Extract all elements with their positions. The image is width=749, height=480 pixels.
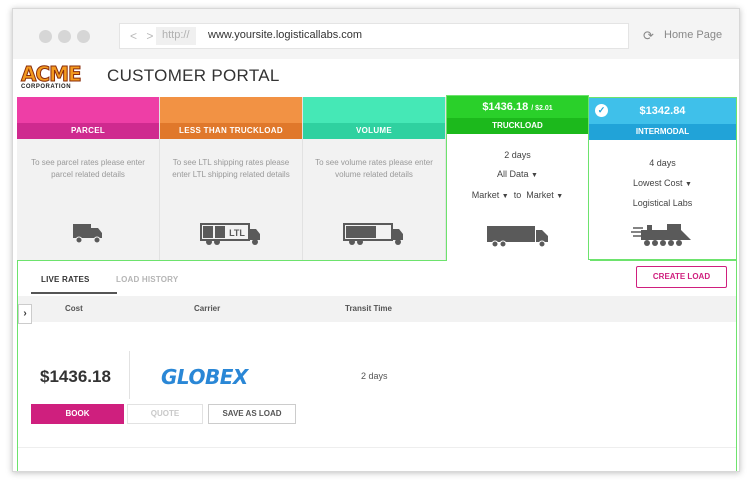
card-ltl-desc: To see LTL shipping rates please enter L… bbox=[172, 158, 290, 179]
card-volume-desc: To see volume rates please enter volume … bbox=[315, 158, 433, 179]
column-header-carrier[interactable]: Carrier bbox=[194, 304, 220, 313]
page-title: CUSTOMER PORTAL bbox=[107, 66, 280, 85]
address-bar[interactable]: < > http:// www.yoursite.logisticallabs.… bbox=[119, 23, 629, 49]
truckload-price-per-mile: / $2.01 bbox=[531, 105, 553, 112]
market-from-select[interactable]: Market ▼ bbox=[472, 190, 509, 200]
check-icon: ✓ bbox=[595, 104, 608, 117]
card-ltl-label: LESS THAN TRUCKLOAD bbox=[160, 123, 302, 139]
market-to-select[interactable]: Market ▼ bbox=[526, 190, 563, 200]
truckload-transit: 2 days bbox=[504, 150, 531, 160]
card-truckload-label: TRUCKLOAD bbox=[447, 118, 588, 134]
train-icon bbox=[589, 222, 736, 253]
truckload-price-value: $1436.18 bbox=[482, 101, 529, 113]
book-button[interactable]: BOOK bbox=[31, 404, 124, 424]
market-from-value: Market bbox=[471, 190, 500, 200]
intermodal-transit: 4 days bbox=[649, 158, 676, 168]
truckload-data-filter[interactable]: All Data ▼ bbox=[447, 169, 588, 179]
chevron-down-icon: ▼ bbox=[531, 172, 538, 179]
card-intermodal[interactable]: $1342.84 ✓ INTERMODAL 4 days Lowest Cost… bbox=[589, 97, 737, 260]
intermodal-price: $1342.84 bbox=[589, 98, 736, 124]
logo-main-text: ACME bbox=[21, 62, 83, 86]
results-panel bbox=[17, 260, 737, 471]
card-parcel[interactable]: PARCEL To see parcel rates please enter … bbox=[17, 97, 160, 260]
reload-icon[interactable]: ⟳ bbox=[643, 28, 654, 44]
card-ltl[interactable]: LESS THAN TRUCKLOAD To see LTL shipping … bbox=[160, 97, 303, 260]
chevron-down-icon: ▼ bbox=[556, 193, 564, 200]
row-divider bbox=[129, 351, 130, 399]
intermodal-sort-select[interactable]: Lowest Cost ▼ bbox=[589, 178, 736, 188]
browser-chrome: < > http:// www.yoursite.logisticallabs.… bbox=[13, 9, 739, 59]
tab-live-rates[interactable]: LIVE RATES bbox=[41, 275, 90, 284]
card-volume[interactable]: VOLUME To see volume rates please enter … bbox=[303, 97, 446, 260]
truckload-price: $1436.18 / $2.01 bbox=[447, 96, 588, 118]
active-tab-indicator bbox=[31, 292, 117, 294]
quote-button[interactable]: QUOTE bbox=[127, 404, 203, 424]
card-volume-label: VOLUME bbox=[303, 123, 445, 139]
column-header-transit[interactable]: Transit Time bbox=[345, 304, 392, 313]
ltl-icon-text: LTL bbox=[229, 228, 245, 238]
chevron-down-icon: ▼ bbox=[685, 181, 692, 188]
card-parcel-band bbox=[17, 97, 159, 123]
expand-chevron-right-icon[interactable]: › bbox=[18, 304, 32, 324]
nav-arrows-icon[interactable]: < > bbox=[130, 29, 156, 43]
card-ltl-band bbox=[160, 97, 302, 123]
card-truckload[interactable]: $1436.18 / $2.01 TRUCKLOAD 2 days All Da… bbox=[446, 95, 589, 261]
chevron-down-icon: ▼ bbox=[501, 193, 509, 200]
table-header: Cost Carrier Transit Time bbox=[18, 296, 736, 322]
window-minimize-dot[interactable] bbox=[58, 30, 71, 43]
row-cost: $1436.18 bbox=[40, 367, 111, 386]
ltl-truck-icon: LTL bbox=[160, 222, 302, 251]
window-close-dot[interactable] bbox=[39, 30, 52, 43]
to-label: to bbox=[513, 190, 522, 200]
column-header-cost[interactable]: Cost bbox=[65, 304, 83, 313]
window-maximize-dot[interactable] bbox=[77, 30, 90, 43]
data-filter-value: All Data bbox=[497, 169, 529, 179]
save-as-load-button[interactable]: SAVE AS LOAD bbox=[208, 404, 296, 424]
volume-truck-icon bbox=[303, 222, 445, 251]
van-icon bbox=[17, 222, 159, 249]
row-divider bbox=[18, 447, 736, 448]
carrier-logo: GLOBEX bbox=[161, 365, 248, 389]
card-volume-band bbox=[303, 97, 445, 123]
create-load-button[interactable]: CREATE LOAD bbox=[636, 266, 727, 288]
market-filter: Market ▼ to Market ▼ bbox=[447, 190, 588, 200]
market-to-value: Market bbox=[526, 190, 554, 200]
panel-divider bbox=[590, 260, 737, 261]
url-text[interactable]: www.yoursite.logisticallabs.com bbox=[208, 29, 362, 41]
intermodal-provider: Logistical Labs bbox=[632, 198, 693, 208]
card-intermodal-label: INTERMODAL bbox=[589, 124, 736, 140]
acme-logo: ACME CORPORATION bbox=[21, 64, 85, 96]
tab-load-history[interactable]: LOAD HISTORY bbox=[116, 275, 178, 284]
url-protocol: http:// bbox=[156, 27, 196, 45]
home-page-link[interactable]: Home Page bbox=[664, 29, 722, 41]
panel-divider bbox=[17, 260, 447, 261]
truck-icon bbox=[447, 224, 588, 253]
card-parcel-label: PARCEL bbox=[17, 123, 159, 139]
row-transit: 2 days bbox=[361, 371, 388, 381]
card-parcel-desc: To see parcel rates please enter parcel … bbox=[31, 158, 145, 179]
browser-window: < > http:// www.yoursite.logisticallabs.… bbox=[12, 8, 740, 472]
sort-value: Lowest Cost bbox=[633, 178, 683, 188]
